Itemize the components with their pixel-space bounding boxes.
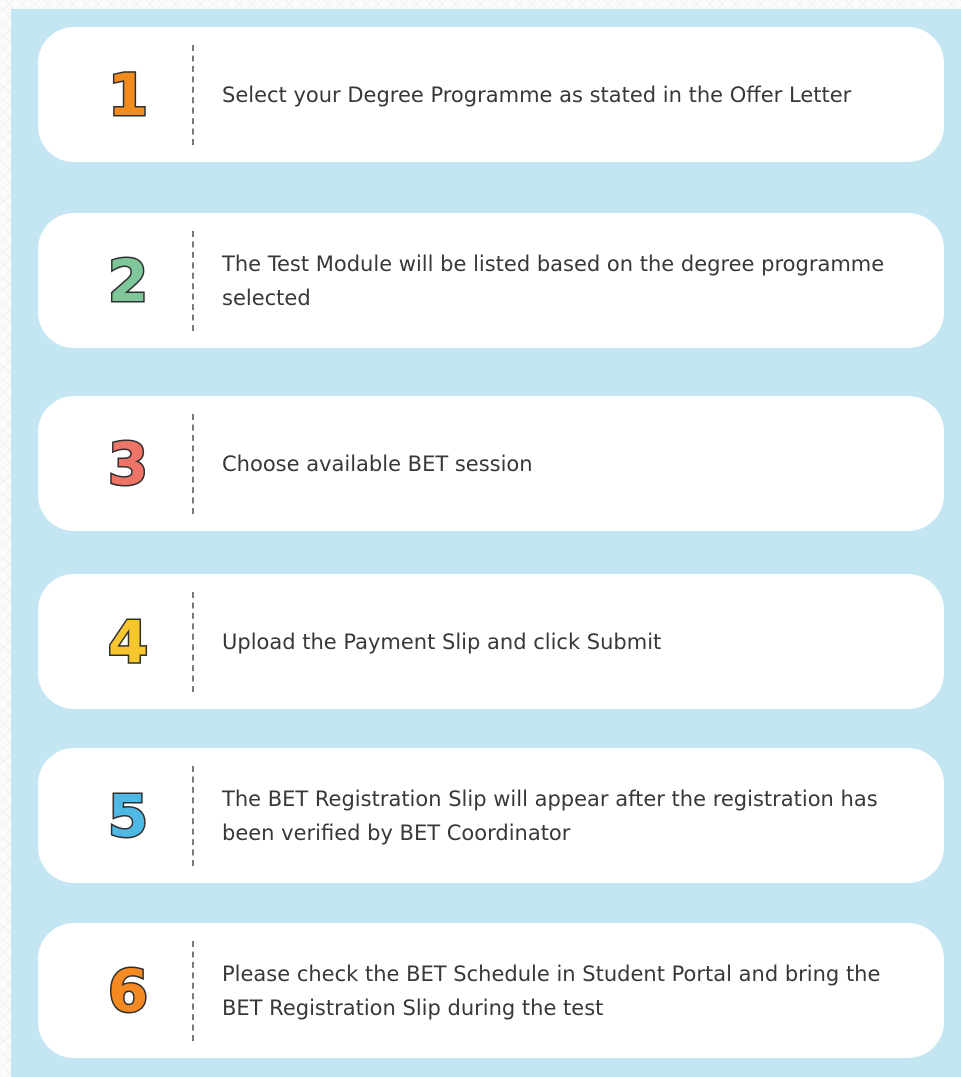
step-text-1: Select your Degree Programme as stated i…	[222, 82, 852, 107]
step-number-3: 3	[106, 429, 149, 498]
step-card-4: 4 Upload the Payment Slip and click Subm…	[38, 574, 944, 709]
step-card-1: 1 Select your Degree Programme as stated…	[38, 27, 944, 162]
step-text-3: Choose available BET session	[222, 451, 533, 476]
step-text-5: The BET Registration Slip will appear af…	[222, 786, 878, 845]
dashed-divider	[192, 230, 194, 331]
step-number-2: 2	[106, 246, 149, 315]
step-number-5: 5	[106, 781, 149, 850]
step-number-1: 1	[106, 60, 149, 129]
dashed-divider	[192, 413, 194, 514]
dashed-divider	[192, 940, 194, 1041]
step-text-4: Upload the Payment Slip and click Submit	[222, 629, 662, 654]
dashed-divider	[192, 591, 194, 692]
dashed-divider	[192, 765, 194, 866]
dashed-divider	[192, 44, 194, 145]
step-text-6: Please check the BET Schedule in Student…	[222, 961, 881, 1020]
step-card-3: 3 Choose available BET session	[38, 396, 944, 531]
step-number-4: 4	[106, 607, 149, 676]
step-card-5: 5 The BET Registration Slip will appear …	[38, 748, 944, 883]
step-card-6: 6 Please check the BET Schedule in Stude…	[38, 923, 944, 1058]
step-card-2: 2 The Test Module will be listed based o…	[38, 213, 944, 348]
steps-panel: 1 Select your Degree Programme as stated…	[11, 9, 961, 1077]
step-number-6: 6	[106, 956, 149, 1025]
step-text-2: The Test Module will be listed based on …	[222, 251, 885, 310]
